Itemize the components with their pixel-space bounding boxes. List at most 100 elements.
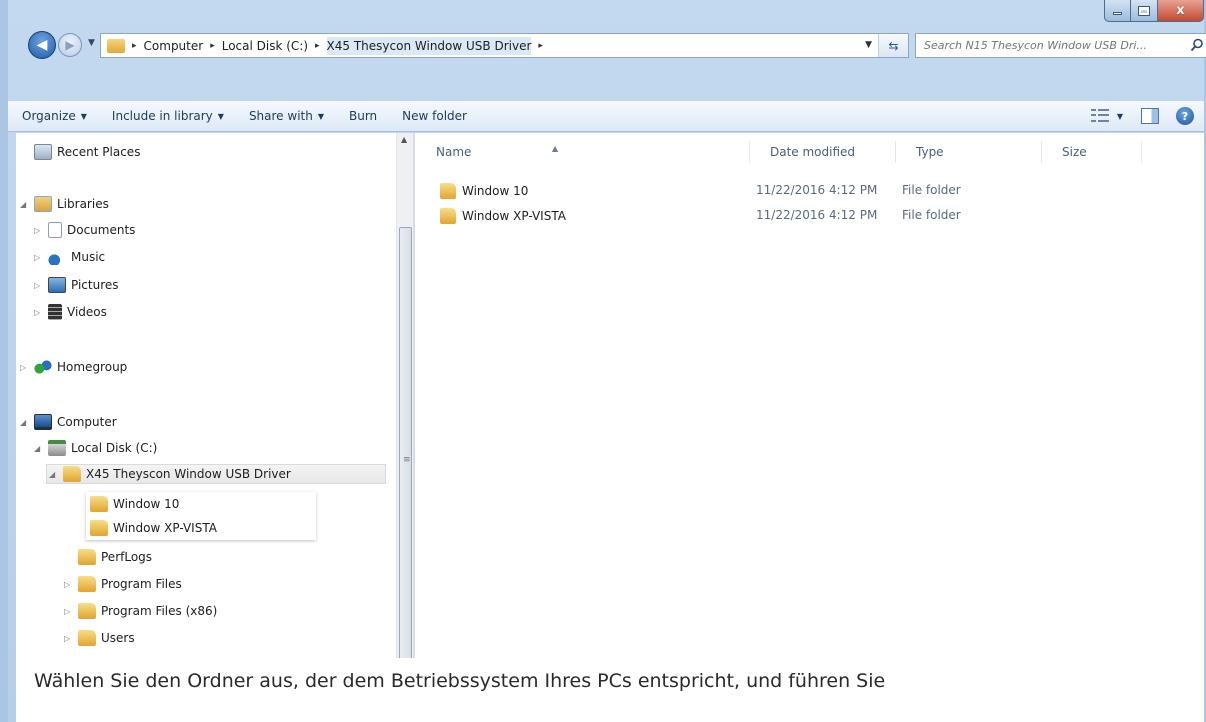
window-controls: x	[1104, 0, 1204, 22]
breadcrumb-computer[interactable]: Computer	[144, 39, 204, 53]
tree-label: Program Files	[101, 577, 182, 591]
tree-item-computer[interactable]: ◢ Computer	[20, 412, 117, 432]
close-button[interactable]: x	[1158, 0, 1204, 22]
file-row[interactable]: Window 10	[440, 181, 730, 201]
file-name: Window XP-VISTA	[462, 209, 566, 223]
caption-text: Wählen Sie den Ordner aus, der dem Betri…	[34, 670, 886, 692]
file-type: File folder	[902, 183, 961, 197]
expand-icon[interactable]: ▷	[64, 607, 74, 616]
tree-label: Pictures	[71, 278, 119, 292]
tree-item-documents[interactable]: ▷ Documents	[34, 220, 135, 240]
tree-label: Videos	[67, 305, 107, 319]
search-icon[interactable]	[1190, 38, 1204, 52]
tree-item-window-xp-vista[interactable]: Window XP-VISTA	[90, 520, 217, 536]
forward-button[interactable]: ▶	[58, 33, 82, 57]
maximize-button[interactable]	[1131, 0, 1158, 22]
expand-icon[interactable]: ▷	[20, 363, 30, 372]
pane-divider[interactable]	[413, 133, 415, 663]
address-row: ◀ ▶ ▼ ▸ Computer ▸ Local Disk (C:) ▸ X45…	[8, 30, 1206, 64]
tree-item-videos[interactable]: ▷ Videos	[34, 302, 107, 322]
search-input[interactable]	[924, 39, 1186, 52]
explorer-window: x ◀ ▶ ▼ ▸ Computer ▸ Local Disk (C:) ▸ X…	[0, 0, 1206, 722]
scrollbar-thumb[interactable]	[399, 227, 412, 663]
crumb-separator-icon[interactable]: ▸	[538, 41, 543, 51]
tree-item-perflogs[interactable]: PerfLogs	[78, 547, 152, 567]
folder-icon	[78, 549, 96, 565]
change-view-icon[interactable]	[1090, 109, 1109, 123]
minimize-button[interactable]	[1104, 0, 1131, 22]
crumb-separator-icon[interactable]: ▸	[210, 41, 215, 51]
tree-item-local-disk[interactable]: ◢ Local Disk (C:)	[34, 438, 157, 458]
column-header-date[interactable]: Date modified	[750, 141, 896, 163]
recent-places-icon	[34, 144, 52, 160]
expand-icon[interactable]: ▷	[34, 308, 44, 317]
organize-label: Organize	[22, 109, 76, 123]
column-header-size[interactable]: Size	[1042, 141, 1142, 163]
tree-item-program-files-x86[interactable]: ▷ Program Files (x86)	[64, 601, 217, 621]
expand-icon[interactable]: ▷	[34, 253, 44, 262]
music-icon	[48, 249, 66, 265]
view-options-dropdown[interactable]: ▼	[1117, 112, 1123, 121]
navigation-scrollbar[interactable]: ▲ ≡	[396, 133, 413, 663]
navigation-pane[interactable]: Recent Places ◢ Libraries ▷ Documents ▷ …	[16, 133, 396, 663]
column-header-name[interactable]: Name ▲	[416, 141, 750, 163]
hard-drive-icon	[48, 440, 66, 456]
refresh-button[interactable]: ⇆	[878, 34, 908, 57]
subfolder-group: Window 10 Window XP-VISTA	[86, 492, 316, 540]
maximize-icon	[1138, 5, 1150, 16]
expand-icon[interactable]: ▷	[34, 281, 44, 290]
tree-item-users[interactable]: ▷ Users	[64, 628, 135, 648]
column-label: Type	[916, 145, 944, 159]
preview-pane-icon[interactable]	[1141, 108, 1159, 124]
expand-icon[interactable]: ▷	[64, 580, 74, 589]
folder-icon	[440, 208, 456, 224]
address-history-dropdown[interactable]: ▼	[865, 40, 872, 50]
address-bar[interactable]: ▸ Computer ▸ Local Disk (C:) ▸ X45 Thesy…	[100, 33, 909, 58]
tree-label: Program Files (x86)	[101, 604, 218, 618]
tree-label: Users	[101, 631, 135, 645]
file-type: File folder	[902, 208, 961, 222]
collapse-icon[interactable]: ◢	[49, 470, 59, 479]
expand-icon[interactable]: ▷	[34, 226, 44, 235]
file-list[interactable]: Name ▲ Date modified Type Size Window 10…	[416, 133, 1204, 663]
back-button[interactable]: ◀	[28, 31, 56, 59]
burn-button[interactable]: Burn	[349, 109, 377, 123]
folder-icon	[63, 466, 81, 482]
tree-item-program-files[interactable]: ▷ Program Files	[64, 574, 182, 594]
tree-item-recent-places[interactable]: Recent Places	[34, 142, 140, 162]
tree-item-driver-folder[interactable]: ◢ X45 Theyscon Window USB Driver	[46, 464, 386, 484]
new-folder-label: New folder	[402, 109, 467, 123]
new-folder-button[interactable]: New folder	[402, 109, 467, 123]
collapse-icon[interactable]: ◢	[34, 444, 44, 453]
share-with-button[interactable]: Share with ▼	[249, 109, 324, 123]
folder-icon	[78, 630, 96, 646]
tree-item-homegroup[interactable]: ▷ Homegroup	[20, 357, 127, 377]
tree-label: Window 10	[113, 497, 180, 511]
collapse-icon[interactable]: ◢	[20, 418, 30, 427]
file-date: 11/22/2016 4:12 PM	[756, 208, 878, 222]
tree-item-music[interactable]: ▷ Music	[34, 247, 105, 267]
breadcrumb-local-disk[interactable]: Local Disk (C:)	[222, 39, 308, 53]
include-in-library-button[interactable]: Include in library ▼	[112, 109, 224, 123]
tree-item-pictures[interactable]: ▷ Pictures	[34, 275, 119, 295]
expand-icon[interactable]: ▷	[64, 634, 74, 643]
help-icon[interactable]: ?	[1176, 107, 1194, 125]
crumb-separator-icon[interactable]: ▸	[315, 41, 320, 51]
column-label: Size	[1062, 145, 1087, 159]
collapse-icon[interactable]: ◢	[20, 200, 30, 209]
file-row[interactable]: Window XP-VISTA	[440, 206, 730, 226]
refresh-icon: ⇆	[888, 38, 899, 53]
tree-label: Recent Places	[57, 145, 141, 159]
recent-pages-button[interactable]: ▼	[88, 38, 95, 48]
breadcrumb-current-folder[interactable]: X45 Thesycon Window USB Driver	[326, 36, 532, 55]
scroll-up-icon[interactable]: ▲	[401, 135, 407, 144]
include-in-library-label: Include in library	[111, 109, 213, 123]
crumb-separator-icon[interactable]: ▸	[132, 41, 137, 51]
column-header-type[interactable]: Type	[896, 141, 1042, 163]
organize-button[interactable]: Organize ▼	[22, 109, 87, 123]
computer-icon	[34, 414, 52, 430]
search-box[interactable]	[915, 33, 1206, 58]
documents-icon	[48, 222, 62, 238]
tree-item-window-10[interactable]: Window 10	[90, 496, 179, 512]
tree-item-libraries[interactable]: ◢ Libraries	[20, 194, 109, 214]
